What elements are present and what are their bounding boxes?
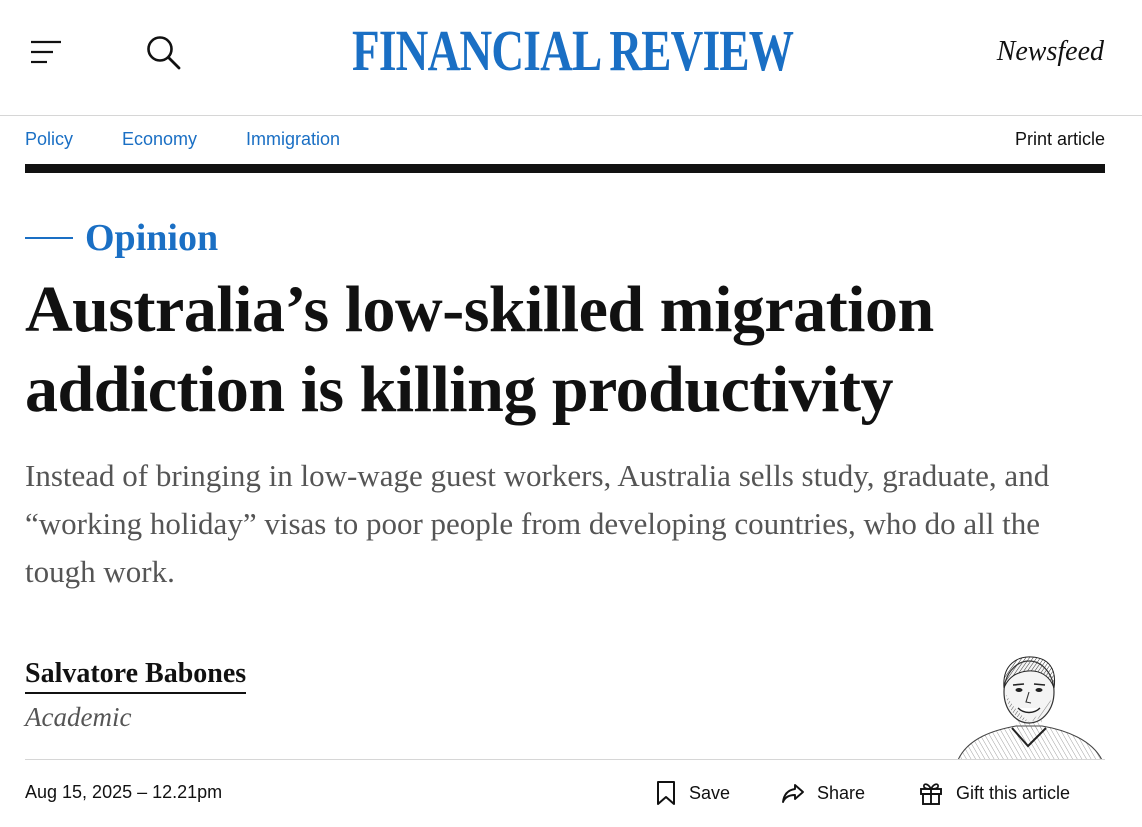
nav-item-economy[interactable]: Economy (122, 129, 197, 150)
gift-article-button[interactable]: Gift this article (918, 776, 1070, 810)
gift-label: Gift this article (956, 782, 1071, 803)
share-button[interactable]: Share (781, 776, 865, 810)
author-portrait-icon (957, 656, 1103, 761)
search-icon (147, 36, 181, 70)
hamburger-menu-icon (31, 40, 61, 64)
print-article-button[interactable]: Print article (1015, 129, 1105, 150)
newsfeed-link[interactable]: Newsfeed (997, 36, 1104, 68)
article-headline: Australia’s low-skilled migration addict… (25, 273, 934, 426)
save-button[interactable]: Save (655, 776, 730, 810)
nav-item-policy[interactable]: Policy (25, 129, 73, 150)
save-label: Save (689, 782, 731, 803)
kicker-label[interactable]: Opinion (85, 214, 218, 262)
menu-button[interactable] (28, 34, 64, 70)
nav-item-immigration[interactable]: Immigration (246, 129, 340, 150)
article-standfirst: Instead of bringing in low-wage guest wo… (25, 458, 1050, 589)
search-button[interactable] (144, 33, 182, 71)
opinion-kicker: Opinion (25, 214, 218, 262)
author-name-link[interactable]: Salvatore Babones (25, 656, 247, 694)
bookmark-icon (657, 781, 675, 805)
publish-date: Aug 15, 2025 – 12.21pm (25, 782, 223, 802)
section-nav: Policy Economy Immigration Print article (25, 116, 1105, 164)
section-divider (25, 164, 1105, 173)
site-logo[interactable]: FINANCIAL REVIEW (352, 20, 794, 82)
gift-icon (920, 783, 942, 805)
author-role: Academic (25, 702, 132, 732)
masthead: FINANCIAL REVIEW Newsfeed (0, 0, 1142, 116)
kicker-line (25, 237, 73, 239)
author-avatar (954, 650, 1104, 761)
byline-divider (25, 759, 1105, 760)
share-label: Share (817, 782, 866, 803)
share-arrow-icon (782, 784, 804, 803)
